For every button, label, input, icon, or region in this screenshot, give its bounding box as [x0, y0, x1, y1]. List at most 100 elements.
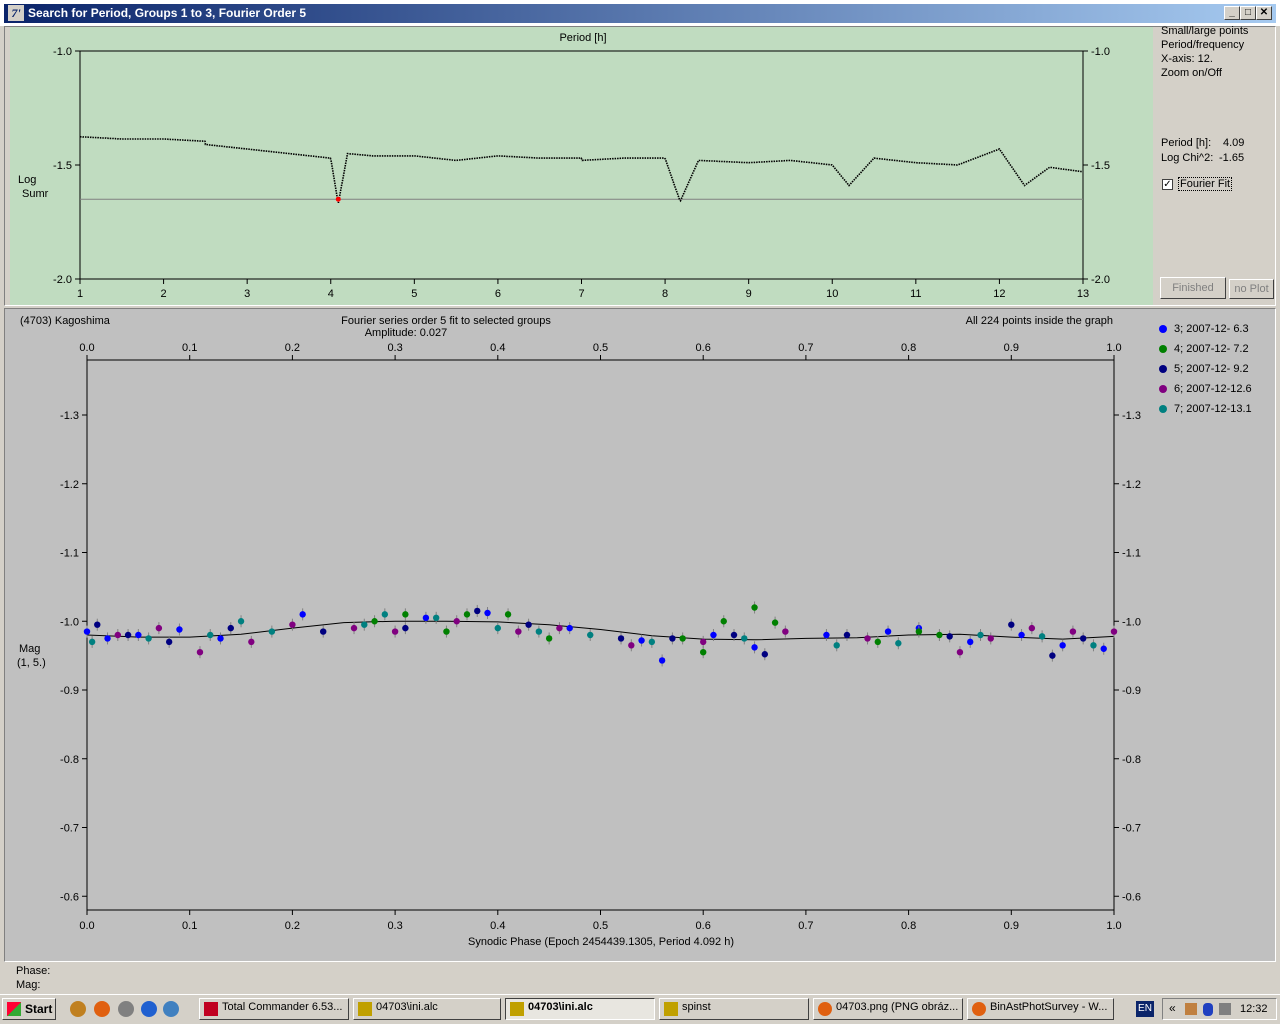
data-point [1018, 631, 1025, 639]
phase-xlabel: Synodic Phase (Epoch 2454439.1305, Perio… [468, 936, 734, 948]
firefox-icon [972, 1002, 986, 1016]
data-point [658, 657, 666, 664]
language-indicator[interactable]: EN [1136, 1001, 1154, 1017]
data-point [248, 638, 255, 646]
taskbar-item-spinst[interactable]: spinst [659, 998, 809, 1020]
phase-y-tick-label: -1.1 [60, 548, 79, 560]
data-point [874, 638, 881, 646]
data-point [617, 635, 625, 642]
taskbar-item-ini-1[interactable]: 04703\ini.alc [353, 998, 501, 1020]
tray-app-icon[interactable] [1185, 1003, 1197, 1015]
phase-chart[interactable]: (4703) Kagoshima Fourier series order 5 … [5, 309, 1275, 961]
bluetooth-icon[interactable] [1203, 1003, 1213, 1016]
firefox-icon [818, 1002, 832, 1016]
data-point [453, 618, 460, 625]
phase-x-tick-label-top: 0.1 [182, 342, 197, 354]
app-icon [664, 1002, 678, 1016]
data-point [1028, 624, 1036, 632]
fourier-fit-checkbox[interactable]: ✓ [1162, 179, 1173, 190]
option-zoom[interactable]: Zoom on/Off [1161, 67, 1222, 79]
period-x-tick-label: 2 [161, 288, 167, 300]
data-point [176, 626, 183, 633]
data-point [628, 642, 635, 649]
data-point [700, 638, 707, 646]
taskbar-item-label: spinst [682, 1001, 711, 1013]
option-x-axis[interactable]: X-axis: 12. [1161, 53, 1213, 65]
tray-chevron-icon[interactable]: « [1169, 1001, 1176, 1015]
app-icon[interactable]: 7' [8, 5, 24, 21]
data-point [1110, 628, 1118, 635]
option-small-large[interactable]: Small/large points [1161, 25, 1248, 37]
option-period-frequency[interactable]: Period/frequency [1161, 39, 1244, 51]
phase-x-tick-label: 0.4 [490, 920, 505, 932]
data-point [525, 621, 532, 628]
data-point [268, 628, 276, 635]
clock[interactable]: 12:32 [1240, 1003, 1268, 1015]
data-point [843, 631, 851, 639]
maximize-icon[interactable]: □ [1240, 6, 1256, 20]
period-y-tick-label: -1.0 [53, 46, 72, 58]
minimize-icon[interactable]: _ [1224, 6, 1240, 20]
phase-y-tick-label: -1.0 [60, 616, 79, 628]
data-point [165, 638, 173, 646]
data-point [432, 614, 440, 622]
fourier-fit-label[interactable]: Fourier Fit [1178, 177, 1233, 191]
phase-x-tick-label: 0.2 [285, 920, 300, 932]
start-button[interactable]: Start [2, 998, 56, 1020]
object-name: (4703) Kagoshima [20, 315, 111, 327]
period-y-tick-label-right: -1.5 [1091, 160, 1110, 172]
period-label: Period [h]: [1161, 137, 1212, 149]
legend-label: 5; 2007-12- 9.2 [1174, 363, 1249, 375]
quicklaunch-app-icon[interactable] [70, 1001, 86, 1017]
data-point [566, 624, 573, 632]
phase-x-tick-label-top: 0.5 [593, 342, 608, 354]
data-point [720, 618, 727, 625]
taskbar-item-png[interactable]: 04703.png (PNG obráz... [813, 998, 963, 1020]
data-point [782, 628, 789, 635]
no-plot-button[interactable]: no Plot [1229, 279, 1274, 299]
speaker-icon[interactable] [1219, 1003, 1231, 1015]
legend-item[interactable]: 6; 2007-12-12.6 [1159, 383, 1252, 397]
data-point [443, 628, 450, 635]
data-point [1079, 635, 1087, 642]
period-chart[interactable]: Period [h] Log Sumr 1 2 3 4 5 6 7 8 9 10 11 12 13-1.… [10, 27, 1153, 305]
phase-x-tick-label-top: 0.6 [696, 342, 711, 354]
period-y-tick-label-right: -1.0 [1091, 46, 1110, 58]
data-point [207, 631, 214, 639]
phase-y-tick-label: -0.6 [60, 891, 79, 903]
ie-icon[interactable] [141, 1001, 157, 1017]
close-icon[interactable]: ✕ [1256, 6, 1272, 20]
firefox-icon[interactable] [94, 1001, 110, 1017]
taskbar-item-label: 04703\ini.alc [376, 1001, 438, 1013]
data-point [402, 624, 409, 632]
finished-button[interactable]: Finished [1160, 277, 1226, 299]
legend-item[interactable]: 7; 2007-12-13.1 [1159, 403, 1252, 417]
legend-item[interactable]: 4; 2007-12- 7.2 [1159, 343, 1249, 357]
taskbar: Start Total Commander 6.53... 04703\ini.… [0, 994, 1280, 1024]
taskbar-item-binast[interactable]: BinAstPhotSurvey - W... [967, 998, 1114, 1020]
taskbar-item-total-commander[interactable]: Total Commander 6.53... [199, 998, 349, 1020]
phase-y-tick-label-right: -1.0 [1122, 616, 1141, 628]
period-y-tick-label: -1.5 [53, 160, 72, 172]
data-point [83, 628, 91, 635]
data-point [741, 635, 748, 642]
data-point [1049, 652, 1056, 659]
data-point [217, 635, 224, 642]
legend-marker [1159, 345, 1167, 354]
globe-icon[interactable] [118, 1001, 134, 1017]
phase-plot-frame [86, 359, 1115, 911]
period-chart-title: Period [h] [559, 32, 606, 44]
taskbar-item-ini-2[interactable]: 04703\ini.alc [505, 998, 655, 1020]
mag-axis-label-2: (1, 5.) [17, 657, 46, 669]
titlebar-gradient[interactable]: 7' Search for Period, Groups 1 to 3, Fou… [4, 4, 1276, 23]
period-x-tick-label: 4 [328, 288, 334, 300]
network-icon[interactable] [163, 1001, 179, 1017]
legend-item[interactable]: 3; 2007-12- 6.3 [1159, 323, 1249, 337]
data-point [145, 635, 152, 642]
window-titlebar: 7' Search for Period, Groups 1 to 3, Fou… [0, 0, 1280, 26]
period-x-tick-label: 13 [1077, 288, 1089, 300]
period-y-tick-label: -2.0 [53, 274, 72, 286]
legend-marker [1159, 325, 1167, 334]
legend-item[interactable]: 5; 2007-12- 9.2 [1159, 363, 1249, 377]
period-x-tick-label: 3 [244, 288, 250, 300]
